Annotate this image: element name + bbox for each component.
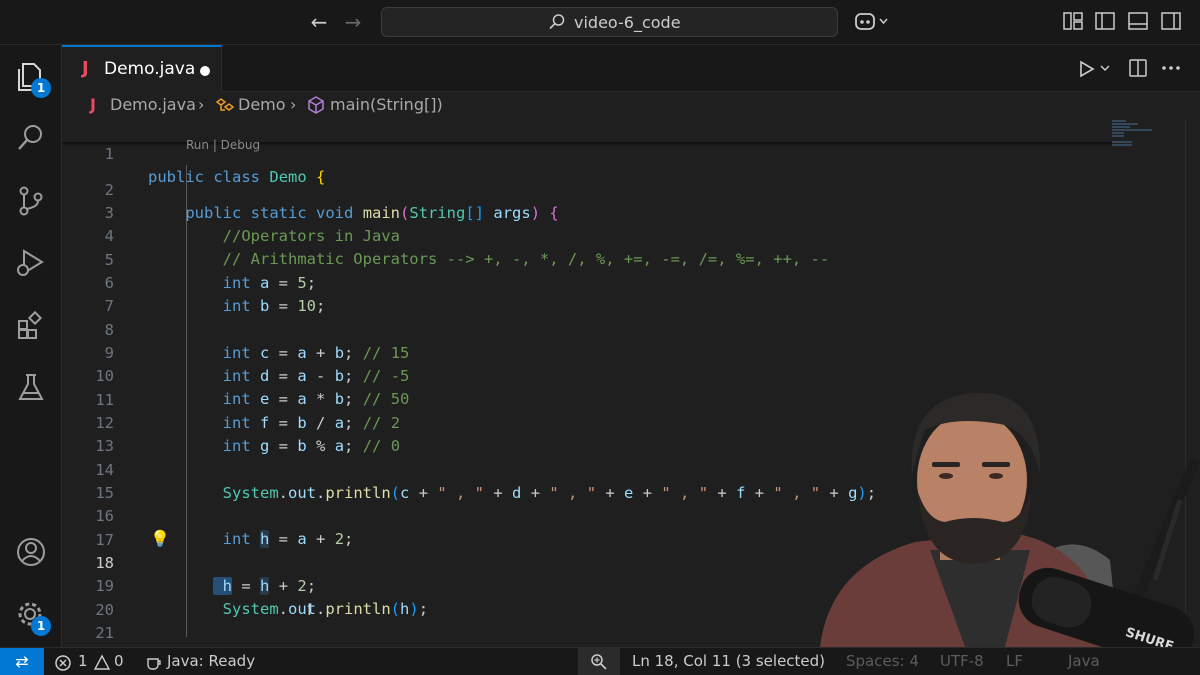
settings-badge: 1 [31,616,51,636]
title-bar: ← → video-6_code [0,0,1200,45]
explorer-badge: 1 [31,78,51,98]
presenter-video: SHURE [820,392,1200,647]
end-of-line[interactable]: LF [1006,652,1023,670]
method-cube-icon [308,96,324,114]
split-editor-icon[interactable] [1128,58,1148,78]
toggle-secondary-sidebar-icon[interactable] [1160,10,1182,32]
extensions-icon[interactable] [14,309,48,343]
status-bar: ⇄ 1 0 Java: Ready Ln 18, Col 11 (3 selec… [0,647,1200,675]
chevron-right-icon: › [290,95,297,114]
unsaved-dot-icon[interactable] [200,66,210,76]
java-file-icon: J [90,95,96,114]
breadcrumb-method[interactable]: main(String[]) [330,95,443,114]
source-control-icon[interactable] [14,184,48,218]
code-line: 3 //Operators in Java [104,204,400,245]
more-actions-icon[interactable] [1160,58,1182,78]
language-mode[interactable]: Java [1068,652,1100,670]
cursor-position[interactable]: Ln 18, Col 11 (3 selected) [632,652,825,670]
java-status[interactable]: Java: Ready [167,652,255,670]
tab-demo-java[interactable]: J Demo.java [62,45,222,92]
customize-layout-icon[interactable] [1062,10,1084,32]
zoom-in-icon [591,654,607,670]
encoding[interactable]: UTF-8 [940,652,984,670]
zoom-button[interactable] [578,648,620,675]
accounts-icon[interactable] [14,535,48,569]
code-line: 9 int d = a - b; // -5 [104,344,410,385]
run-and-debug-icon[interactable] [14,246,48,280]
code-line: 10 int e = a * b; // 50 [95,367,410,408]
editor-tab-bar: J Demo.java [62,45,1200,92]
code-line: 6 int b = 10; [104,274,326,315]
tab-label: Demo.java [104,59,196,79]
search-icon[interactable] [14,121,48,155]
command-center-text: video-6_code [574,13,681,32]
warning-icon[interactable] [93,654,111,672]
code-line: 4 // Arithmatic Operators --> +, -, *, /… [104,227,830,268]
indentation[interactable]: Spaces: 4 [846,652,919,670]
search-icon [549,14,565,30]
breadcrumb-file[interactable]: Demo.java [110,95,196,114]
coffee-cup-icon [147,658,161,670]
breadcrumb-class[interactable]: Demo [238,95,286,114]
lightbulb-icon[interactable]: 💡 [150,529,170,548]
code-line: 5 int a = 5; [104,251,317,292]
forward-arrow-icon[interactable]: → [340,9,366,35]
code-line: 8 int c = a + b; // 15 [104,321,410,362]
code-lens-run-debug[interactable]: Run | Debug [186,138,260,152]
code-line: 7 [104,297,114,315]
code-line: 2 public static void main(String[] args)… [104,181,559,222]
copilot-icon[interactable] [854,11,890,33]
toggle-primary-sidebar-icon[interactable] [1094,10,1116,32]
run-java-button[interactable] [1078,60,1112,78]
webcam-overlay: SHURE [800,380,1200,647]
class-icon [215,98,235,111]
error-count[interactable]: 1 [78,652,88,670]
breadcrumb: J Demo.java › Demo › main(String[]) [62,92,1200,120]
chevron-right-icon: › [198,95,205,114]
back-arrow-icon[interactable]: ← [306,9,332,35]
activity-bar: 1 1 [0,45,62,647]
testing-flask-icon[interactable] [14,371,48,405]
warning-count[interactable]: 0 [114,652,124,670]
toggle-panel-icon[interactable] [1127,10,1149,32]
mouse-ibeam-cursor-icon: I [307,600,312,619]
remote-window-icon[interactable]: ⇄ [0,648,44,675]
command-center-search[interactable]: video-6_code [381,7,838,37]
java-file-icon: J [82,58,89,79]
error-icon[interactable] [54,654,72,672]
